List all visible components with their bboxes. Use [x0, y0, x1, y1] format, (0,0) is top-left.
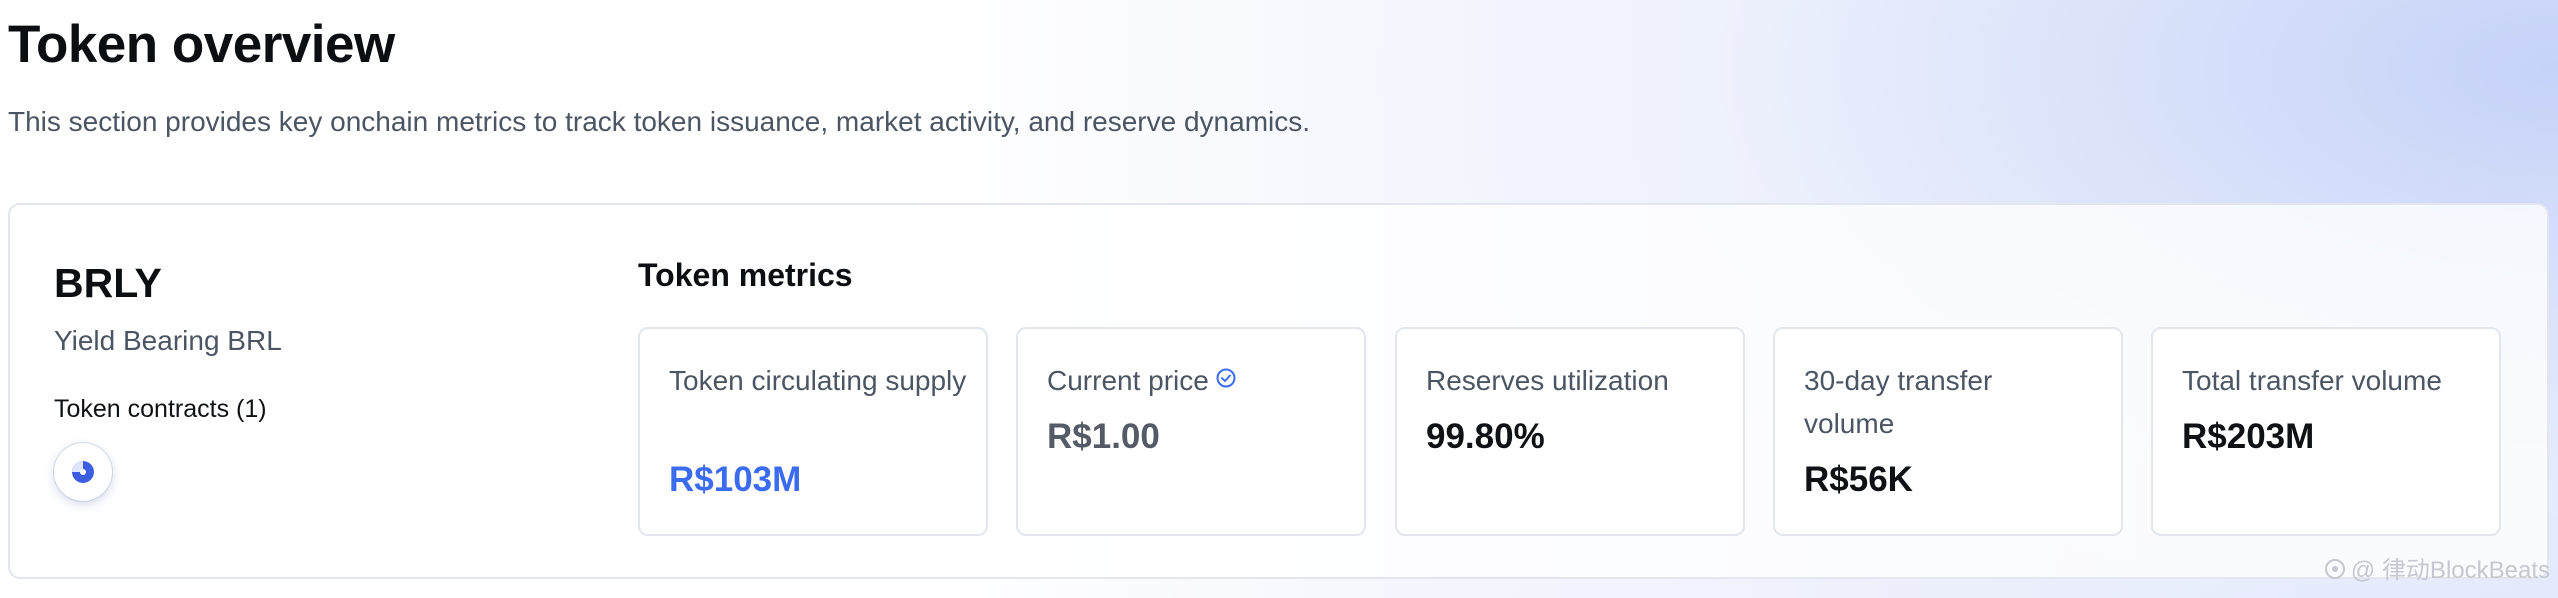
metric-value: R$103M: [669, 460, 802, 499]
watermark: @ 律动BlockBeats: [2323, 556, 2550, 586]
verified-check-icon[interactable]: [1215, 367, 1237, 389]
metric-value: 99.80%: [1426, 417, 1545, 456]
metric-label-text: Current price: [1047, 365, 1209, 396]
blockchain-network-icon: [72, 461, 94, 483]
metric-card-current-price: Current price R$1.00: [1016, 327, 1366, 536]
metric-card-reserves-utilization: Reserves utilization 99.80%: [1395, 327, 1745, 536]
token-contracts-label: Token contracts (1): [54, 395, 267, 423]
metric-label: Total transfer volume: [2182, 365, 2442, 396]
contract-chain-button[interactable]: [54, 443, 112, 501]
watermark-logo-icon: [2324, 559, 2345, 579]
token-name: Yield Bearing BRL: [54, 325, 282, 356]
metric-value: R$1.00: [1047, 417, 1160, 456]
metric-card-total-transfer-volume: Total transfer volume R$203M: [2151, 327, 2501, 536]
metric-value: R$56K: [1804, 460, 1913, 499]
metric-card-circulating-supply: Token circulating supply R$103M: [638, 327, 988, 536]
metric-label: Token circulating supply: [669, 365, 967, 396]
metric-value: R$203M: [2182, 417, 2315, 456]
metric-label: 30-day transfer volume: [1804, 365, 1993, 439]
token-overview-card: BRLY Yield Bearing BRL Token contracts (…: [8, 203, 2549, 579]
watermark-text: @ 律动BlockBeats: [2350, 557, 2550, 584]
token-symbol: BRLY: [54, 260, 162, 306]
page-subtitle: This section provides key onchain metric…: [8, 106, 1311, 137]
token-metrics-title: Token metrics: [638, 257, 853, 293]
metric-label: Current price: [1047, 359, 1347, 402]
metric-card-30-day-transfer-volume: 30-day transfer volume R$56K: [1773, 327, 2123, 536]
page-title: Token overview: [8, 15, 395, 74]
metric-label: Reserves utilization: [1426, 365, 1669, 396]
